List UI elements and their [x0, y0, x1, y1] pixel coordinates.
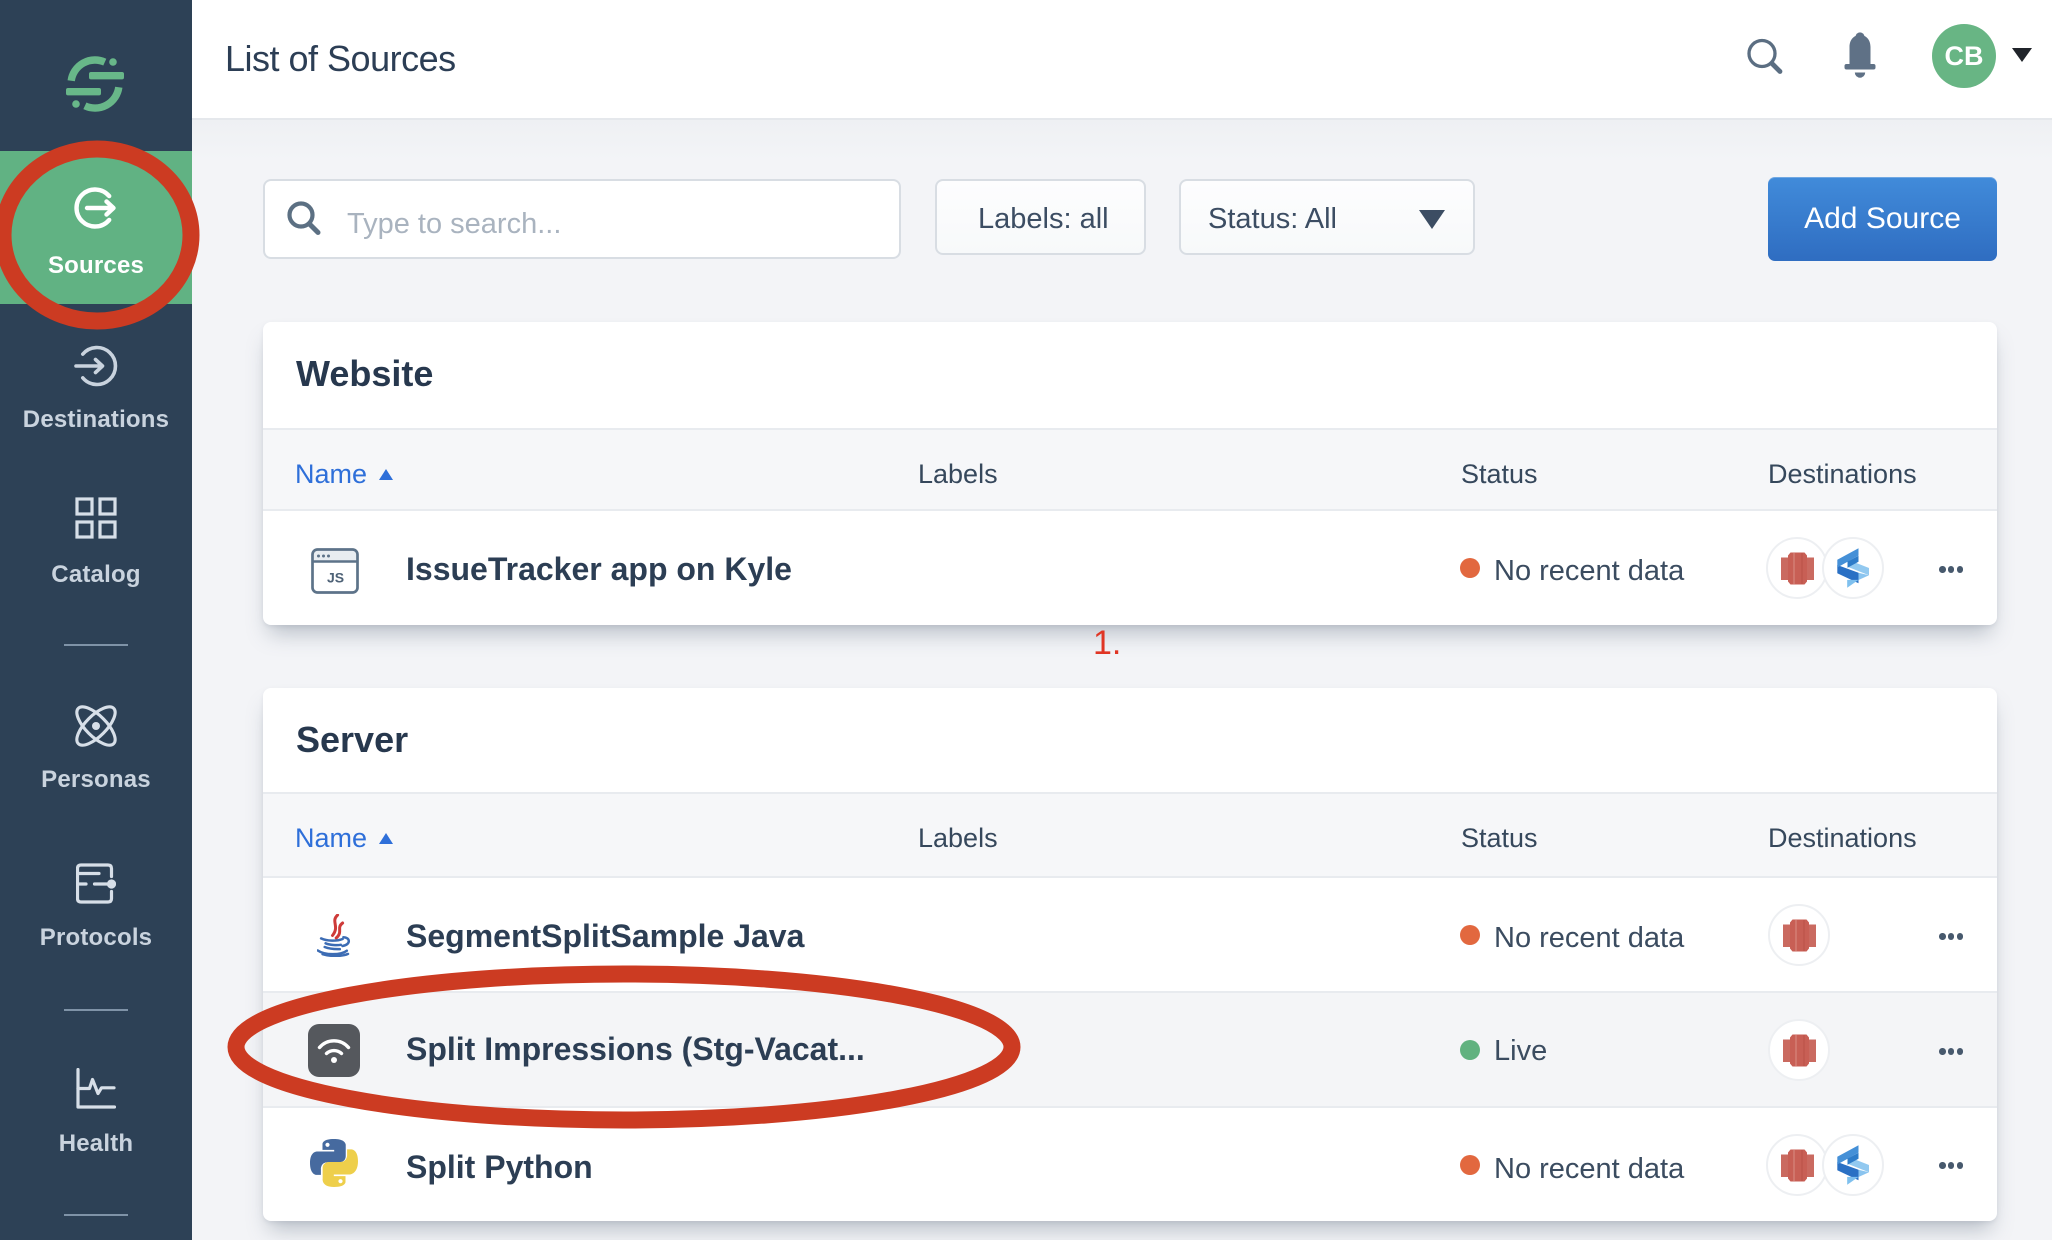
svg-text:JS: JS	[327, 570, 344, 586]
